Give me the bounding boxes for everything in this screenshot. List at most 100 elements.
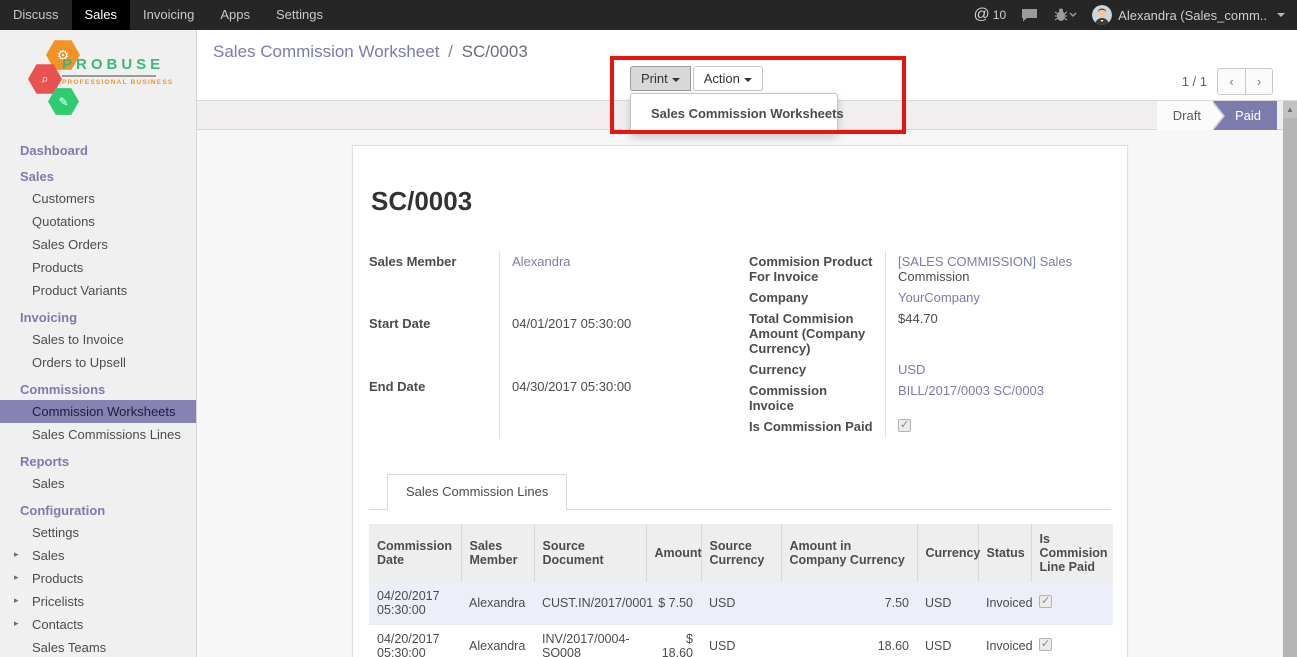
- statusbar: Draft Paid: [1157, 101, 1277, 130]
- field-group-right: Commision Product For Invoice [SALES COM…: [749, 251, 1111, 438]
- total-commission-label: Total Commision Amount (Company Currency…: [749, 308, 885, 359]
- at-icon: @: [974, 6, 990, 24]
- scroll-up-arrow-icon[interactable]: ▲: [1283, 101, 1297, 118]
- pager-count: 1 / 1: [1182, 74, 1207, 89]
- status-draft[interactable]: Draft: [1157, 101, 1213, 130]
- sidebar-item-sales-orders[interactable]: Sales Orders: [0, 233, 196, 256]
- record-title: SC/0003: [371, 186, 1111, 217]
- sales-member-value[interactable]: Alexandra: [512, 254, 571, 269]
- is-commission-paid-label: Is Commission Paid: [749, 416, 885, 438]
- sidebar-item-reports-sales[interactable]: Sales: [0, 472, 196, 495]
- sidebar-item-commission-worksheets[interactable]: Commission Worksheets: [0, 400, 196, 423]
- print-button[interactable]: Print: [630, 66, 691, 91]
- table-header-row: Commission Date Sales Member Source Docu…: [369, 524, 1113, 582]
- pager-next-button[interactable]: ›: [1245, 68, 1273, 95]
- start-date-value: 04/01/2017 05:30:00: [499, 313, 689, 375]
- line-paid-checkbox[interactable]: [1039, 638, 1052, 651]
- end-date-label: End Date: [369, 376, 499, 438]
- currency-label: Currency: [749, 359, 885, 380]
- currency-value[interactable]: USD: [898, 362, 925, 377]
- breadcrumb-parent-link[interactable]: Sales Commission Worksheet: [213, 42, 439, 61]
- sidebar-section-invoicing[interactable]: Invoicing: [0, 307, 196, 328]
- sidebar-item-sales-to-invoice[interactable]: Sales to Invoice: [0, 328, 196, 351]
- commission-product-link[interactable]: [SALES COMMISSION] Sales: [898, 254, 1072, 269]
- header-currency[interactable]: Currency: [917, 524, 978, 582]
- vertical-scrollbar[interactable]: ▲: [1283, 101, 1297, 657]
- field-group-left: Sales Member Alexandra Start Date 04/01/…: [369, 251, 689, 438]
- company-value[interactable]: YourCompany: [898, 290, 980, 305]
- mentions-counter[interactable]: @ 10: [974, 6, 1007, 24]
- header-source-document[interactable]: Source Document: [534, 524, 646, 582]
- start-date-label: Start Date: [369, 313, 499, 375]
- submenu-arrow-icon: ▸: [14, 618, 19, 629]
- sidebar-item-settings[interactable]: Settings: [0, 521, 196, 544]
- table-row[interactable]: 04/20/2017 05:30:00 Alexandra CUST.IN/20…: [369, 582, 1113, 625]
- sidebar-item-sales-commissions-lines[interactable]: Sales Commissions Lines: [0, 423, 196, 446]
- commission-lines-table: Commission Date Sales Member Source Docu…: [369, 524, 1113, 657]
- sales-member-label: Sales Member: [369, 251, 499, 313]
- sidebar-item-dashboard[interactable]: Dashboard: [0, 140, 196, 161]
- header-amount[interactable]: Amount: [646, 524, 701, 582]
- tab-sales-commission-lines[interactable]: Sales Commission Lines: [387, 474, 567, 510]
- sidebar-item-quotations[interactable]: Quotations: [0, 210, 196, 233]
- user-name: Alexandra (Sales_comm..: [1118, 8, 1267, 23]
- notebook: Sales Commission Lines Commission Date S…: [369, 474, 1111, 657]
- sidebar-section-sales[interactable]: Sales: [0, 166, 196, 187]
- header-sales-member[interactable]: Sales Member: [461, 524, 534, 582]
- record-actions: Print Action: [630, 66, 763, 91]
- scrollbar-thumb[interactable]: [1283, 118, 1297, 657]
- record-sheet: SC/0003 Sales Member Alexandra Start Dat…: [352, 145, 1128, 657]
- messages-icon[interactable]: [1021, 8, 1038, 22]
- sidebar-item-orders-to-upsell[interactable]: Orders to Upsell: [0, 351, 196, 374]
- action-button[interactable]: Action: [693, 66, 763, 91]
- submenu-arrow-icon: ▸: [14, 572, 19, 583]
- topmenu-discuss[interactable]: Discuss: [0, 0, 72, 30]
- brand-name: PROBUSE: [62, 56, 173, 73]
- total-commission-value: $44.70: [885, 308, 1111, 359]
- caret-down-icon: [672, 78, 680, 82]
- breadcrumb: Sales Commission Worksheet / SC/0003: [213, 42, 528, 62]
- breadcrumb-separator: /: [444, 42, 457, 61]
- menu-item-sales-commission-worksheets[interactable]: Sales Commission Worksheets: [631, 101, 837, 126]
- submenu-arrow-icon: ▸: [14, 595, 19, 606]
- user-avatar: [1092, 5, 1112, 25]
- control-panel: Sales Commission Worksheet / SC/0003 Pri…: [197, 30, 1297, 101]
- sidebar-item-config-contacts[interactable]: ▸Contacts: [0, 613, 196, 636]
- chevron-down-icon: [1277, 13, 1285, 17]
- sidebar-section-reports[interactable]: Reports: [0, 451, 196, 472]
- header-amount-company-currency[interactable]: Amount in Company Currency: [781, 524, 917, 582]
- sidebar-section-commissions[interactable]: Commissions: [0, 379, 196, 400]
- sidebar-item-config-sales[interactable]: ▸Sales: [0, 544, 196, 567]
- sidebar-section-configuration[interactable]: Configuration: [0, 500, 196, 521]
- submenu-arrow-icon: ▸: [14, 549, 19, 560]
- header-is-commission-line-paid[interactable]: Is Commision Line Paid: [1031, 524, 1113, 582]
- top-navbar: Discuss Sales Invoicing Apps Settings @ …: [0, 0, 1297, 30]
- topmenu-apps[interactable]: Apps: [207, 0, 263, 30]
- end-date-value: 04/30/2017 05:30:00: [499, 376, 689, 438]
- line-paid-checkbox[interactable]: [1039, 595, 1052, 608]
- sidebar-item-customers[interactable]: Customers: [0, 187, 196, 210]
- breadcrumb-current: SC/0003: [462, 42, 528, 61]
- table-row[interactable]: 04/20/2017 05:30:00 Alexandra INV/2017/0…: [369, 625, 1113, 657]
- topmenu-sales[interactable]: Sales: [72, 0, 131, 30]
- pager-previous-button[interactable]: ‹: [1217, 68, 1245, 95]
- header-source-currency[interactable]: Source Currency: [701, 524, 781, 582]
- brand-logo: ⚙ ⌕ ✎ PROBUSE PROFESSIONAL BUSINESS: [0, 30, 196, 118]
- topmenu-settings[interactable]: Settings: [263, 0, 336, 30]
- mentions-count: 10: [993, 8, 1006, 22]
- debug-bug-icon[interactable]: [1053, 8, 1077, 22]
- sidebar-item-products[interactable]: Products: [0, 256, 196, 279]
- sidebar-item-config-pricelists[interactable]: ▸Pricelists: [0, 590, 196, 613]
- user-menu[interactable]: Alexandra (Sales_comm..: [1092, 5, 1285, 25]
- brand-divider: [62, 75, 156, 77]
- header-commission-date[interactable]: Commission Date: [369, 524, 461, 582]
- topmenu-invoicing[interactable]: Invoicing: [130, 0, 207, 30]
- is-commission-paid-checkbox[interactable]: [898, 419, 911, 432]
- header-status[interactable]: Status: [978, 524, 1031, 582]
- main-content: Sales Commission Worksheet / SC/0003 Pri…: [197, 30, 1297, 657]
- sidebar-item-sales-teams[interactable]: Sales Teams: [0, 636, 196, 657]
- caret-down-icon: [744, 78, 752, 82]
- commission-invoice-value[interactable]: BILL/2017/0003 SC/0003: [898, 383, 1044, 398]
- sidebar-item-config-products[interactable]: ▸Products: [0, 567, 196, 590]
- sidebar-item-product-variants[interactable]: Product Variants: [0, 279, 196, 302]
